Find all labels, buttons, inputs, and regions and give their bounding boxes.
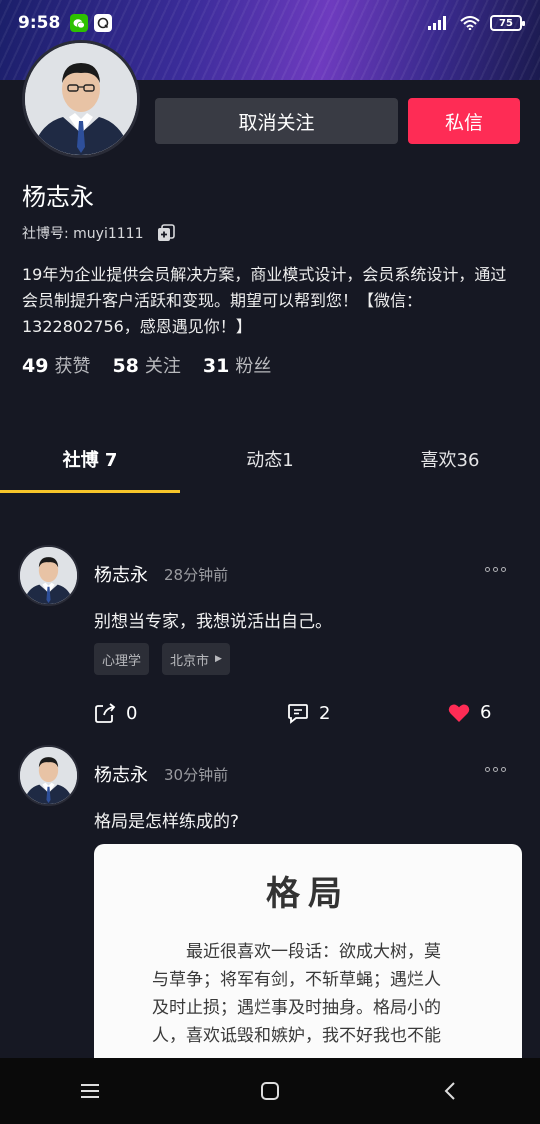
post-time: 30分钟前	[164, 766, 229, 784]
system-nav-bar	[0, 1058, 540, 1124]
profile-id-row: 社博号: muyi1111	[22, 223, 176, 243]
image-text-line: 人，喜欢诋毁和嫉妒，我不好我也不能	[152, 1026, 441, 1046]
share-action[interactable]: 0	[94, 702, 137, 724]
stat-value: 49	[22, 355, 49, 377]
menu-icon	[81, 1084, 99, 1098]
stat-value: 31	[202, 355, 230, 377]
profile-id: 社博号: muyi1111	[22, 226, 144, 242]
post-text: 格局是怎样练成的?	[94, 812, 240, 832]
post-author[interactable]: 杨志永	[94, 761, 148, 787]
stat-likes[interactable]: 49 获赞	[22, 352, 90, 378]
comment-icon	[288, 704, 308, 724]
post-text: 别想当专家，我想说活出自己。	[94, 612, 332, 632]
message-button[interactable]: 私信	[408, 98, 520, 144]
image-text-line: 及时止损；遇烂事及时抽身。格局小的	[152, 998, 441, 1018]
share-count: 0	[126, 702, 138, 724]
profile-bio: 19年为企业提供会员解决方案，商业模式设计，会员系统设计，通过会员制提升客户活跃…	[22, 265, 507, 336]
tab-indicator	[0, 490, 180, 493]
like-count: 6	[480, 702, 492, 723]
post-image[interactable]: 格局 最近很喜欢一段话：欲成大树，莫 与草争；将军有剑，不斩草蝇；遇烂人 及时止…	[94, 844, 522, 1084]
menu-button[interactable]	[60, 1071, 120, 1111]
profile-name: 杨志永	[22, 183, 94, 211]
comment-action[interactable]: 2	[287, 702, 330, 724]
back-icon	[444, 1082, 455, 1100]
status-time: 9:58	[18, 13, 61, 33]
home-icon	[261, 1082, 279, 1100]
heart-icon	[448, 703, 470, 722]
post-avatar[interactable]	[18, 745, 79, 806]
stat-label: 粉丝	[235, 356, 272, 377]
stat-label: 获赞	[54, 356, 91, 377]
share-icon	[95, 703, 116, 723]
tab-activity[interactable]: 动态1	[180, 430, 360, 488]
tab-posts[interactable]: 社博 7	[0, 430, 180, 488]
qq-icon	[94, 14, 113, 32]
back-button[interactable]	[420, 1071, 480, 1111]
image-text: 最近很喜欢一段话：欲成大树，莫 与草争；将军有剑，不斩草蝇；遇烂人 及时止损；遇…	[152, 938, 464, 1050]
comment-count: 2	[319, 702, 331, 724]
copy-icon[interactable]	[157, 224, 176, 242]
stat-following[interactable]: 58 关注	[112, 352, 180, 378]
home-button[interactable]	[240, 1071, 300, 1111]
image-text-line: 与草争；将军有剑，不斩草蝇；遇烂人	[152, 970, 441, 990]
tab-likes[interactable]: 喜欢36	[360, 430, 540, 488]
tag-label: 心理学	[102, 653, 142, 669]
more-options-icon[interactable]	[485, 767, 506, 772]
like-action[interactable]: 6	[448, 702, 491, 723]
profile-tabs: 社博 7 动态1 喜欢36	[0, 430, 540, 494]
profile-stats: 49 获赞 58 关注 31 粉丝	[22, 352, 271, 378]
wechat-icon	[70, 14, 89, 32]
post-author[interactable]: 杨志永	[94, 561, 148, 587]
wifi-icon	[460, 16, 480, 30]
signal-icon	[428, 16, 446, 30]
stat-label: 关注	[144, 356, 181, 377]
caret-right-icon: ▶	[215, 654, 222, 664]
post-tag-location[interactable]: 北京市 ▶	[162, 643, 230, 675]
stat-value: 58	[112, 355, 139, 377]
unfollow-button[interactable]: 取消关注	[155, 98, 398, 144]
more-options-icon[interactable]	[485, 567, 506, 572]
image-title: 格局	[266, 874, 350, 914]
battery-level: 75	[499, 17, 513, 29]
profile-avatar[interactable]	[22, 40, 140, 158]
post-time: 28分钟前	[164, 566, 229, 584]
tag-label: 北京市	[170, 653, 210, 669]
battery-icon: 75	[490, 15, 525, 31]
stat-followers[interactable]: 31 粉丝	[203, 352, 271, 378]
image-text-line: 最近很喜欢一段话：欲成大树，莫	[152, 942, 441, 962]
post-tag-topic[interactable]: 心理学	[94, 643, 150, 675]
post-avatar[interactable]	[18, 545, 79, 606]
